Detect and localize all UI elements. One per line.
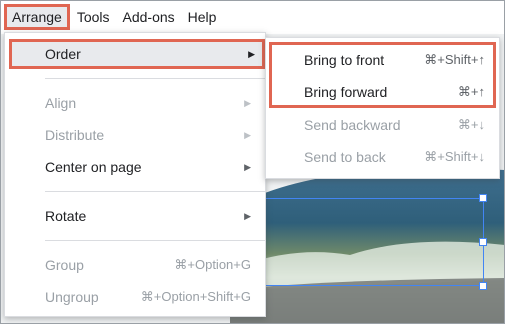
menu-divider [45, 191, 265, 192]
shortcut-hint: ⌘+Option+G [174, 257, 251, 272]
resize-handle[interactable] [479, 282, 487, 290]
submenu-item-bring-forward[interactable]: Bring forward ⌘+↑ [266, 76, 499, 108]
shortcut-hint: ⌘+Shift+↓ [424, 149, 485, 164]
shortcut-hint: ⌘+Shift+↑ [424, 52, 485, 67]
shortcut-hint: ⌘+Option+Shift+G [140, 289, 251, 304]
triangle-right-icon: ▶ [244, 129, 251, 140]
menu-item-align[interactable]: Align ▶ [5, 88, 265, 118]
menu-arrange[interactable]: Arrange [4, 4, 70, 30]
menu-item-distribute[interactable]: Distribute ▶ [5, 120, 265, 150]
menu-item-label: Group [45, 257, 84, 273]
menu-item-label: Rotate [45, 208, 87, 224]
order-submenu: Bring to front ⌘+Shift+↑ Bring forward ⌘… [265, 37, 500, 179]
menu-item-center-on-page[interactable]: Center on page ▶ [5, 152, 265, 182]
triangle-right-icon: ▶ [244, 210, 251, 221]
menubar: Arrange Tools Add-ons Help [0, 0, 505, 34]
image-selection-box[interactable] [232, 198, 484, 286]
menu-item-label: Center on page [45, 159, 142, 175]
submenu-item-label: Send backward [304, 117, 401, 133]
triangle-right-icon: ▶ [244, 161, 251, 172]
shortcut-hint: ⌘+↑ [457, 84, 485, 99]
menu-item-label: Ungroup [45, 289, 99, 305]
submenu-item-send-to-back[interactable]: Send to back ⌘+Shift+↓ [266, 141, 499, 173]
triangle-right-icon: ▶ [248, 48, 255, 59]
shortcut-hint: ⌘+↓ [457, 117, 485, 132]
menu-item-label: Align [45, 95, 77, 111]
menu-item-rotate[interactable]: Rotate ▶ [5, 201, 265, 231]
triangle-right-icon: ▶ [244, 97, 251, 108]
menu-item-ungroup[interactable]: Ungroup ⌘+Option+Shift+G [5, 282, 265, 312]
submenu-item-label: Bring forward [304, 84, 388, 100]
arrange-menu: Order ▶ Align ▶ Distribute ▶ Center on p… [4, 32, 266, 317]
submenu-item-bring-to-front[interactable]: Bring to front ⌘+Shift+↑ [266, 44, 499, 76]
submenu-item-label: Bring to front [304, 52, 385, 68]
menu-item-label: Order [45, 46, 81, 62]
resize-handle[interactable] [479, 238, 487, 246]
menu-item-group[interactable]: Group ⌘+Option+G [5, 250, 265, 280]
resize-handle[interactable] [479, 194, 487, 202]
menu-item-label: Distribute [45, 127, 105, 143]
menu-add-ons[interactable]: Add-ons [117, 4, 181, 30]
menu-divider [45, 78, 265, 79]
menu-divider [45, 240, 265, 241]
submenu-item-label: Send to back [304, 149, 386, 165]
menu-tools[interactable]: Tools [71, 4, 116, 30]
menu-help[interactable]: Help [182, 4, 223, 30]
menu-item-order[interactable]: Order ▶ [9, 39, 265, 69]
submenu-item-send-backward[interactable]: Send backward ⌘+↓ [266, 109, 499, 141]
